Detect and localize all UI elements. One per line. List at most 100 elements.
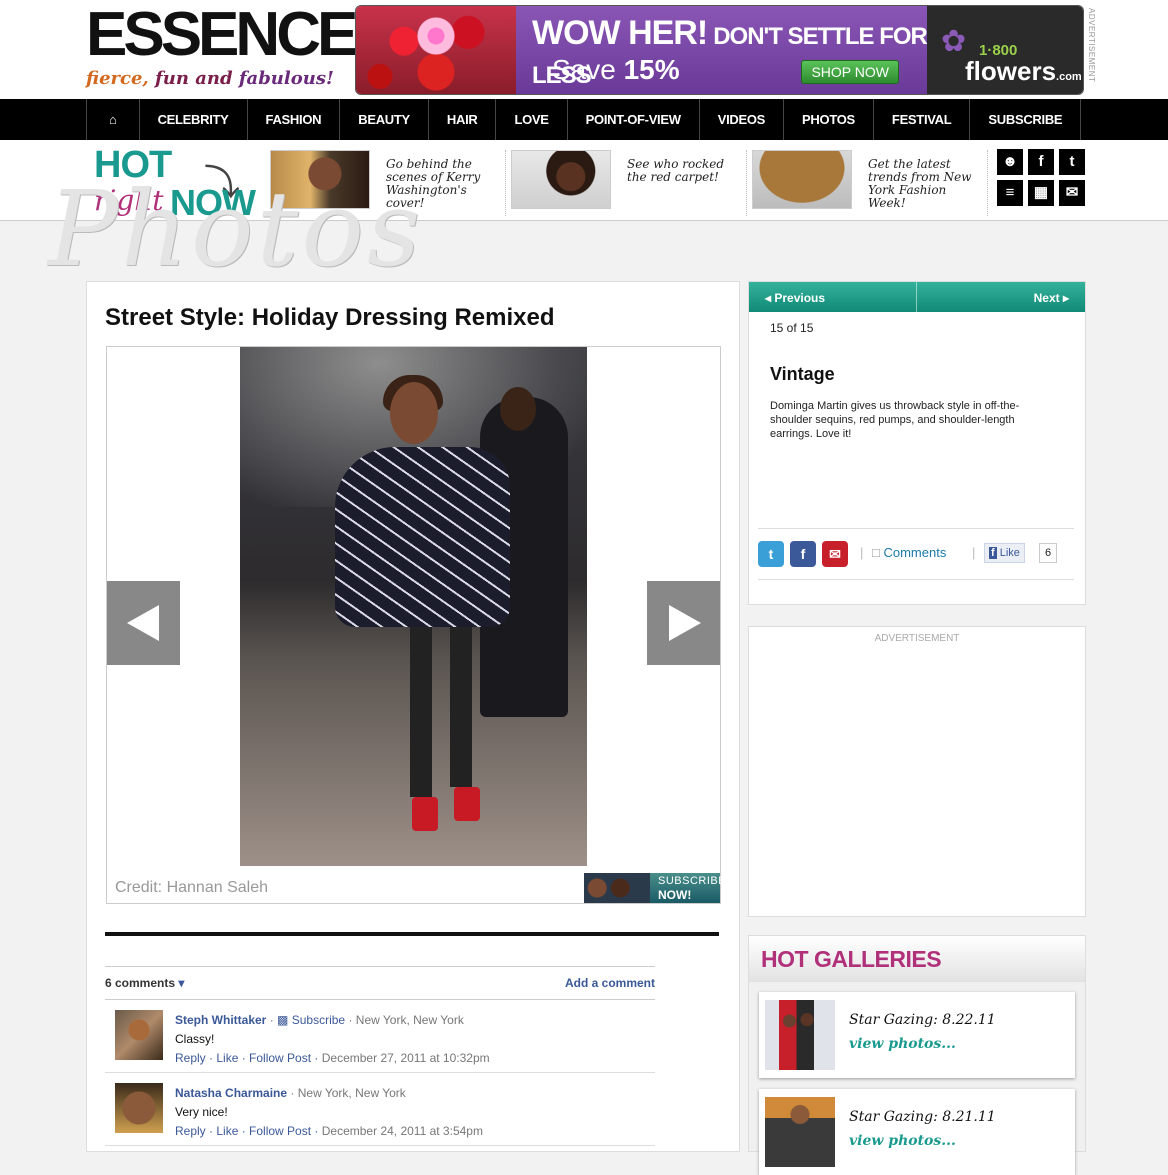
- facebook-like-button[interactable]: f Like: [984, 543, 1025, 563]
- comments-link[interactable]: □ Comments: [872, 545, 946, 560]
- email-icon[interactable]: ✉: [1059, 180, 1085, 206]
- rss-icon[interactable]: ≡: [997, 180, 1023, 206]
- email-share-icon[interactable]: ✉: [822, 541, 848, 567]
- avatar[interactable]: [115, 1010, 163, 1060]
- ad-shop-now-button[interactable]: SHOP NOW: [801, 60, 899, 84]
- caret-right-icon: ▸: [1062, 291, 1069, 305]
- facebook-share-icon[interactable]: f: [790, 541, 816, 567]
- follow-post-link[interactable]: Follow Post: [249, 1124, 311, 1138]
- add-comment-link[interactable]: Add a comment: [565, 976, 655, 990]
- home-icon[interactable]: ⌂: [86, 99, 140, 140]
- comment-location: New York, New York: [297, 1086, 406, 1100]
- nav-item-subscribe[interactable]: SUBSCRIBE: [970, 99, 1082, 140]
- gallery-pager: ◂ Previous Next ▸: [749, 282, 1085, 312]
- reply-link[interactable]: Reply: [175, 1124, 206, 1138]
- teaser-text[interactable]: See who rocked the red carpet!: [627, 158, 731, 184]
- previous-button[interactable]: ◂ Previous: [765, 291, 825, 305]
- divider: [105, 932, 719, 936]
- view-photos-link[interactable]: view photos...: [849, 1133, 956, 1149]
- right-arrow-icon: [669, 605, 701, 641]
- comment-author[interactable]: Steph Whittaker: [175, 1013, 266, 1027]
- next-button[interactable]: Next ▸: [1034, 291, 1069, 305]
- subscribe-link[interactable]: Subscribe: [292, 1013, 345, 1027]
- caret-left-icon: ◂: [765, 291, 772, 305]
- nav-item-festival[interactable]: FESTIVAL: [874, 99, 971, 140]
- speech-bubble-icon: □: [872, 545, 880, 560]
- banner-ad[interactable]: WOW HER! DON'T SETTLE FOR LESS Save 15% S…: [355, 5, 1084, 95]
- teaser-fashion-week[interactable]: Get the latest trends from New York Fash…: [752, 150, 988, 216]
- teaser-thumbnail[interactable]: [511, 150, 611, 209]
- tulip-icon: ✿: [941, 25, 967, 58]
- nav-item-celebrity[interactable]: CELEBRITY: [140, 99, 248, 140]
- photo-counter: 15 of 15: [770, 321, 814, 335]
- logo-wordmark: ESSENCE: [86, 0, 358, 69]
- gallery-title[interactable]: Star Gazing: 8.22.11: [849, 1012, 996, 1028]
- view-photos-link[interactable]: view photos...: [849, 1036, 956, 1052]
- photo-subtitle: Vintage: [770, 364, 835, 384]
- sidebar-ad: ADVERTISEMENT: [748, 626, 1086, 917]
- gallery-main: Street Style: Holiday Dressing Remixed C…: [86, 281, 740, 1152]
- ad-roses-image: [356, 6, 516, 94]
- photos-section-watermark: Photos: [48, 168, 424, 290]
- nav-item-videos[interactable]: VIDEOS: [700, 99, 785, 140]
- comment-body: Very nice!: [175, 1105, 228, 1119]
- comment-item: Steph Whittaker · ▩ Subscribe · New York…: [105, 1000, 655, 1073]
- previous-photo-button[interactable]: [107, 581, 180, 665]
- comment-body: Classy!: [175, 1032, 215, 1046]
- ad-label: ADVERTISEMENT: [1087, 8, 1096, 83]
- ad-copy: WOW HER! DON'T SETTLE FOR LESS Save 15% S…: [516, 6, 928, 94]
- ad-label: ADVERTISEMENT: [874, 633, 960, 644]
- comments-count[interactable]: 6 comments ▾: [105, 976, 184, 990]
- site-header: ESSENCE fierce, fun and fabulous! WOW HE…: [0, 0, 1168, 99]
- left-arrow-icon: [127, 605, 159, 641]
- hot-galleries: HOT GALLERIES Star Gazing: 8.22.11 view …: [748, 935, 1086, 1175]
- comment-date: December 27, 2011 at 10:32pm: [321, 1051, 490, 1065]
- like-link[interactable]: Like: [216, 1051, 238, 1065]
- photo-description: Dominga Martin gives us throwback style …: [770, 400, 1020, 440]
- gallery-title[interactable]: Star Gazing: 8.21.11: [849, 1109, 996, 1125]
- reply-link[interactable]: Reply: [175, 1051, 206, 1065]
- nav-item-hair[interactable]: HAIR: [429, 99, 497, 140]
- like-link[interactable]: Like: [216, 1124, 238, 1138]
- teaser-thumbnail[interactable]: [752, 150, 852, 209]
- comment-location: New York, New York: [355, 1013, 464, 1027]
- like-count: 6: [1039, 543, 1058, 563]
- hot-galleries-heading: HOT GALLERIES: [761, 946, 942, 972]
- subscribe-now-button[interactable]: SUBSCRIBE NOW!: [584, 873, 726, 903]
- photo-info-panel: ◂ Previous Next ▸ 15 of 15 Vintage Domin…: [748, 281, 1086, 605]
- twitter-icon[interactable]: t: [1059, 149, 1085, 175]
- nav-item-photos[interactable]: PHOTOS: [784, 99, 874, 140]
- teaser-text[interactable]: Get the latest trends from New York Fash…: [868, 158, 972, 210]
- user-icon[interactable]: ☻: [997, 149, 1023, 175]
- twitter-share-icon[interactable]: t: [758, 541, 784, 567]
- follow-post-link[interactable]: Follow Post: [249, 1051, 311, 1065]
- gallery-card[interactable]: Star Gazing: 8.22.11 view photos...: [759, 992, 1075, 1078]
- mobile-icon[interactable]: ▦: [1028, 180, 1054, 206]
- photo-viewer: Credit: Hannan Saleh SUBSCRIBE NOW!: [106, 346, 726, 904]
- page-title: Street Style: Holiday Dressing Remixed: [105, 304, 555, 331]
- main-nav: ⌂ CELEBRITY FASHION BEAUTY HAIR LOVE POI…: [0, 99, 1168, 140]
- subscribe-cover-image: [584, 873, 650, 903]
- teaser-red-carpet[interactable]: See who rocked the red carpet!: [511, 150, 747, 216]
- comment-author[interactable]: Natasha Charmaine: [175, 1086, 287, 1100]
- nav-item-love[interactable]: LOVE: [496, 99, 568, 140]
- nav-item-beauty[interactable]: BEAUTY: [340, 99, 429, 140]
- logo-tagline: fierce, fun and fabulous!: [86, 68, 334, 89]
- avatar[interactable]: [115, 1083, 163, 1133]
- gallery-thumbnail[interactable]: [765, 1097, 835, 1167]
- facebook-icon[interactable]: f: [1028, 149, 1054, 175]
- comment-date: December 24, 2011 at 3:54pm: [321, 1124, 483, 1138]
- facebook-icon: f: [989, 547, 997, 559]
- essence-logo[interactable]: ESSENCE fierce, fun and fabulous!: [86, 0, 358, 96]
- gallery-card[interactable]: Star Gazing: 8.21.11 view photos...: [759, 1089, 1075, 1175]
- next-photo-button[interactable]: [647, 581, 720, 665]
- rss-icon: ▩: [277, 1013, 289, 1027]
- gallery-photo[interactable]: [240, 347, 587, 866]
- ad-brand-logo: ✿ 1·800 flowers.com: [927, 6, 1083, 94]
- chevron-down-icon: ▾: [178, 976, 185, 990]
- share-bar: t f ✉ | □ Comments | f Like 6: [758, 528, 1074, 580]
- nav-item-fashion[interactable]: FASHION: [248, 99, 341, 140]
- gallery-thumbnail[interactable]: [765, 1000, 835, 1070]
- comments-section: 6 comments ▾ Add a comment Steph Whittak…: [105, 966, 655, 1146]
- nav-item-point-of-view[interactable]: POINT-OF-VIEW: [568, 99, 700, 140]
